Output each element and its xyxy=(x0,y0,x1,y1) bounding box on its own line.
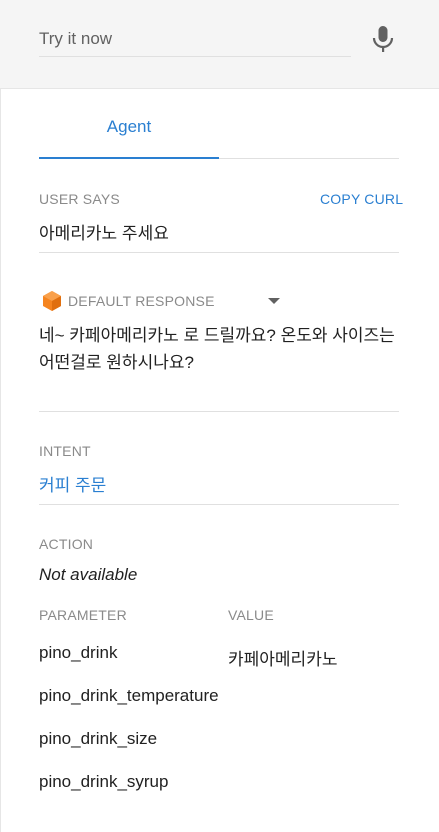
caret-down-icon[interactable] xyxy=(268,298,280,304)
parameter-name: pino_drink_temperature xyxy=(39,686,219,705)
copy-curl-link[interactable]: COPY CURL xyxy=(320,191,403,207)
parameter-name: pino_drink_syrup xyxy=(39,772,169,791)
parameter-name: pino_drink xyxy=(39,643,118,662)
parameter-value: 카페아메리카노 xyxy=(228,650,338,669)
dialogflow-cube-icon xyxy=(43,291,61,311)
mic-icon[interactable] xyxy=(370,25,396,53)
try-it-now-input[interactable] xyxy=(39,22,351,57)
intent-label: INTENT xyxy=(39,443,91,459)
action-value: Not available xyxy=(39,565,138,584)
default-response-text: 네~ 카페아메리카노 로 드릴까요? 온도와 사이즈는 어떤걸로 원하시나요? xyxy=(39,326,395,372)
parameter-name: pino_drink_size xyxy=(39,729,158,748)
intent-link[interactable]: 커피 주문 xyxy=(39,471,106,496)
user-says-text: 아메리카노 주세요 xyxy=(39,224,169,243)
divider xyxy=(39,504,399,505)
user-says-label: USER SAYS xyxy=(39,191,120,207)
tab-agent[interactable]: Agent xyxy=(39,117,219,159)
tab-underline xyxy=(219,158,399,159)
parameter-header: PARAMETER xyxy=(39,607,127,623)
divider xyxy=(39,411,399,412)
default-response-label: DEFAULT RESPONSE xyxy=(68,293,215,309)
value-header: VALUE xyxy=(228,607,274,623)
try-it-now-bar xyxy=(0,0,439,89)
action-label: ACTION xyxy=(39,536,94,552)
divider xyxy=(39,252,399,253)
